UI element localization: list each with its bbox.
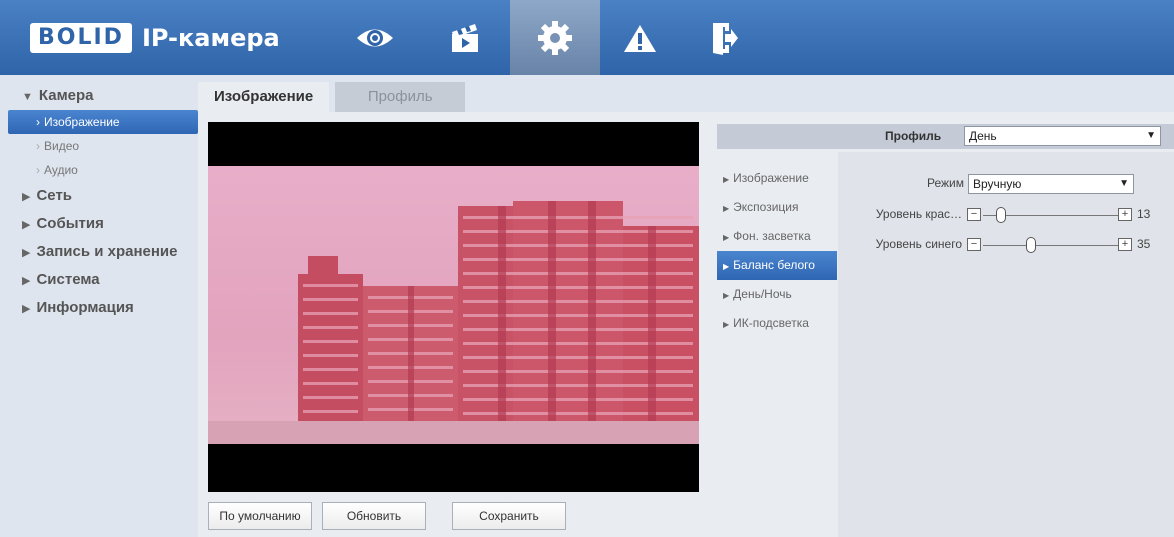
- nav-settings[interactable]: [510, 0, 600, 75]
- logo-text: IP-камера: [141, 24, 280, 52]
- default-button[interactable]: По умолчанию: [208, 502, 312, 530]
- profile-bar: Профиль День ▼: [717, 124, 1174, 149]
- tab-bar: Изображение Профиль: [198, 82, 466, 112]
- triangle-right-icon: ▶: [723, 320, 730, 329]
- red-slider-thumb[interactable]: [996, 207, 1006, 223]
- top-bar: BOLID IP-камера: [0, 0, 1174, 75]
- gear-icon: [538, 20, 572, 55]
- sidebar-item-video[interactable]: › Видео: [8, 134, 198, 158]
- nav-playback[interactable]: [420, 0, 510, 75]
- content-panel: По умолчанию Обновить Сохранить Профиль …: [198, 112, 1174, 537]
- chevron-right-icon: ›: [36, 115, 40, 129]
- sidebar-group-events[interactable]: ▶ События: [8, 210, 198, 238]
- chevron-right-icon: ›: [36, 163, 40, 177]
- triangle-right-icon: ▶: [723, 291, 730, 300]
- submenu-item-image[interactable]: ▶ Изображение: [717, 164, 837, 193]
- refresh-button[interactable]: Обновить: [322, 502, 426, 530]
- triangle-right-icon: ▶: [723, 175, 730, 184]
- profile-label: Профиль: [885, 129, 942, 143]
- video-preview: [208, 122, 699, 492]
- save-button[interactable]: Сохранить: [452, 502, 566, 530]
- blue-slider-track[interactable]: [983, 245, 1118, 246]
- triangle-down-icon: ▼: [22, 91, 33, 103]
- submenu-item-ir-light[interactable]: ▶ ИК-подсветка: [717, 309, 837, 338]
- sidebar-group-storage[interactable]: ▶ Запись и хранение: [8, 238, 198, 266]
- red-increase-button[interactable]: +: [1118, 208, 1132, 221]
- nav-events[interactable]: [595, 0, 685, 75]
- triangle-right-icon: ▶: [723, 204, 730, 213]
- triangle-right-icon: ▶: [22, 303, 31, 315]
- triangle-right-icon: ▶: [723, 233, 730, 242]
- settings-submenu: ▶ Изображение ▶ Экспозиция ▶ Фон. засветка …: [717, 164, 837, 338]
- nav-live-view[interactable]: [330, 0, 420, 75]
- triangle-right-icon: ▶: [22, 191, 31, 203]
- mode-select[interactable]: Вручную ▼: [968, 174, 1134, 194]
- triangle-right-icon: ▶: [22, 219, 31, 231]
- sidebar-group-camera[interactable]: ▼ Камера: [8, 82, 198, 110]
- submenu-item-exposure[interactable]: ▶ Экспозиция: [717, 193, 837, 222]
- red-decrease-button[interactable]: −: [967, 208, 981, 221]
- triangle-right-icon: ▶: [22, 247, 31, 259]
- camera-image: [208, 166, 699, 444]
- tab-profile[interactable]: Профиль: [335, 82, 466, 112]
- submenu-item-day-night[interactable]: ▶ День/Ночь: [717, 280, 837, 309]
- white-balance-settings: Режим Вручную ▼ Уровень крас… − + 13 Уро…: [838, 152, 1174, 537]
- blue-decrease-button[interactable]: −: [967, 238, 981, 251]
- sidebar: ▼ Камера › Изображение › Видео › Аудио ▶ Сеть…: [8, 82, 198, 537]
- tab-image[interactable]: Изображение: [198, 82, 330, 112]
- warning-icon: [624, 24, 656, 52]
- chevron-right-icon: ›: [36, 139, 40, 153]
- logo-mark: BOLID: [30, 23, 132, 53]
- eye-icon: [357, 29, 393, 46]
- blue-slider-thumb[interactable]: [1026, 237, 1036, 253]
- clapperboard-icon: [452, 23, 478, 52]
- triangle-right-icon: ▶: [723, 262, 730, 271]
- chevron-down-icon: ▼: [1146, 130, 1156, 141]
- red-level-value: 13: [1137, 207, 1151, 221]
- red-level-label: Уровень крас…: [875, 207, 962, 221]
- profile-select[interactable]: День ▼: [964, 126, 1161, 146]
- sidebar-group-system[interactable]: ▶ Система: [8, 266, 198, 294]
- nav-logout[interactable]: [680, 0, 770, 75]
- blue-level-value: 35: [1137, 237, 1151, 251]
- exit-icon: [713, 22, 738, 55]
- submenu-item-backlight[interactable]: ▶ Фон. засветка: [717, 222, 837, 251]
- blue-increase-button[interactable]: +: [1118, 238, 1132, 251]
- blue-level-label: Уровень синего: [875, 237, 962, 251]
- submenu-item-white-balance[interactable]: ▶ Баланс белого: [717, 251, 837, 280]
- mode-label: Режим: [927, 176, 964, 190]
- sidebar-group-info[interactable]: ▶ Информация: [8, 294, 198, 322]
- sidebar-item-image[interactable]: › Изображение: [8, 110, 198, 134]
- sidebar-group-network[interactable]: ▶ Сеть: [8, 182, 198, 210]
- triangle-right-icon: ▶: [22, 275, 31, 287]
- sidebar-item-audio[interactable]: › Аудио: [8, 158, 198, 182]
- chevron-down-icon: ▼: [1119, 178, 1129, 189]
- logo: BOLID IP-камера: [30, 22, 280, 54]
